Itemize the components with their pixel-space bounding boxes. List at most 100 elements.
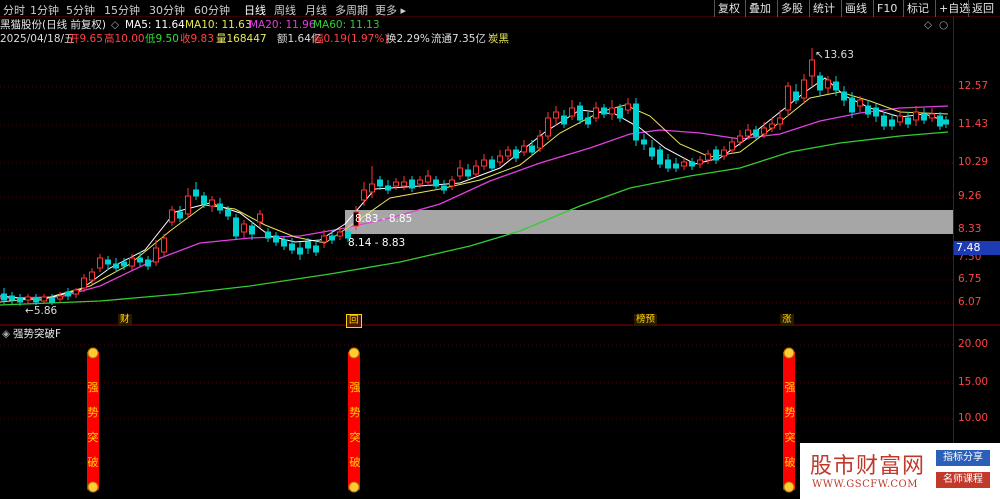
candle-up — [737, 135, 743, 143]
candle-up — [825, 79, 831, 89]
ma20-line — [0, 105, 949, 299]
watermark-tag-indicators: 指标分享 — [936, 450, 990, 466]
candle-down — [145, 259, 151, 267]
candle-up — [609, 107, 615, 115]
candle-down — [441, 185, 447, 191]
candle-up — [473, 165, 479, 175]
candle-down — [177, 211, 183, 219]
money-bag-icon — [783, 347, 795, 359]
candle-down — [841, 91, 847, 101]
candle-down — [225, 209, 231, 217]
candle-down — [313, 245, 319, 253]
info-low: 低9.50 — [145, 33, 179, 45]
candle-down — [881, 115, 887, 127]
candle-up — [729, 141, 735, 151]
candle-down — [865, 105, 871, 115]
money-bag-icon — [348, 481, 360, 493]
candle-up — [41, 296, 47, 302]
info-float: 流通7.35亿 — [431, 33, 486, 45]
low-price-marker: ←5.86 — [25, 305, 58, 317]
candle-down — [265, 231, 271, 239]
zone-upper-label: 8.83 - 8.85 — [355, 213, 413, 225]
candle-down — [873, 107, 879, 117]
ma60-value: MA60: 11.13 — [313, 19, 380, 31]
info-change: 幅0.19(1.97%) — [313, 33, 389, 45]
event-tag-surge[interactable]: 涨 — [780, 314, 794, 326]
watermark-tag-courses: 名师课程 — [936, 472, 990, 488]
candle-down — [217, 203, 223, 211]
ma5-value: MA5: 11.64 — [125, 19, 185, 31]
candle-down — [905, 117, 911, 125]
candle-down — [585, 117, 591, 125]
candle-down — [937, 115, 943, 127]
candle-down — [273, 235, 279, 243]
candle-up — [169, 209, 175, 223]
signal-bar-text-3: 强 势 突 破 — [784, 381, 796, 469]
candle-down — [49, 297, 55, 303]
candle-down — [121, 261, 127, 267]
price-label: 9.26 — [958, 190, 982, 202]
expand-icon[interactable]: ◇ — [111, 19, 119, 31]
event-tag-board[interactable]: 榜预 — [634, 314, 658, 326]
candle-up — [857, 99, 863, 107]
candle-down — [601, 107, 607, 115]
candle-down — [193, 189, 199, 197]
candle-up — [393, 181, 399, 187]
event-tag-review[interactable]: 回 — [346, 314, 362, 328]
candle-up — [625, 103, 631, 111]
low-price-label: 5.86 — [33, 305, 58, 317]
ma10-line — [0, 91, 949, 303]
info-concept: 炭黑 — [488, 33, 509, 45]
candle-up — [73, 289, 79, 295]
candle-up — [505, 149, 511, 157]
candle-up — [457, 167, 463, 177]
signal-bars — [87, 347, 795, 493]
candle-down — [577, 105, 583, 121]
candle-down — [201, 195, 207, 205]
candle-down — [233, 217, 239, 237]
candle-down — [385, 185, 391, 191]
candle-up — [129, 257, 135, 267]
candle-down — [377, 179, 383, 187]
candle-down — [65, 291, 71, 297]
info-turnover: 换2.29% — [386, 33, 430, 45]
candle-down — [561, 115, 567, 125]
candle-down — [297, 247, 303, 255]
price-label: 10.29 — [958, 156, 989, 168]
candle-down — [113, 263, 119, 269]
price-label: 12.57 — [958, 80, 989, 92]
candle-up — [777, 117, 783, 125]
price-label: 6.07 — [958, 296, 982, 308]
indicator-collapse-icon[interactable]: ◈ — [2, 328, 10, 340]
candle-down — [641, 139, 647, 145]
candle-up — [481, 159, 487, 167]
candle-down — [943, 119, 949, 125]
candle-down — [849, 97, 855, 113]
signal-bar-text-1: 强 势 突 破 — [87, 381, 99, 469]
high-price-label: 13.63 — [823, 49, 854, 61]
candle-up — [681, 161, 687, 167]
candle-up — [185, 195, 191, 215]
money-bag-icon — [348, 347, 360, 359]
candle-down — [633, 103, 639, 141]
candle-down — [689, 161, 695, 167]
candle-up — [257, 213, 263, 223]
zone-lower-label: 8.14 - 8.83 — [348, 237, 406, 249]
candle-down — [713, 149, 719, 161]
candle-down — [289, 243, 295, 251]
chart-grid — [0, 86, 1000, 420]
candle-down — [329, 235, 335, 241]
candle-down — [249, 225, 255, 235]
high-price-marker: ↖13.63 — [815, 49, 854, 61]
candle-up — [537, 135, 543, 149]
event-tag-finance[interactable]: 财 — [118, 314, 132, 326]
candle-up — [785, 85, 791, 111]
settings-circle-icon[interactable]: ○ — [939, 19, 948, 31]
candle-down — [433, 179, 439, 187]
candle-down — [753, 129, 759, 137]
settings-diamond-icon[interactable]: ◇ — [924, 19, 932, 31]
price-label: 8.33 — [958, 223, 982, 235]
candle-up — [89, 271, 95, 281]
candle-down — [673, 163, 679, 169]
candle-up — [569, 107, 575, 117]
